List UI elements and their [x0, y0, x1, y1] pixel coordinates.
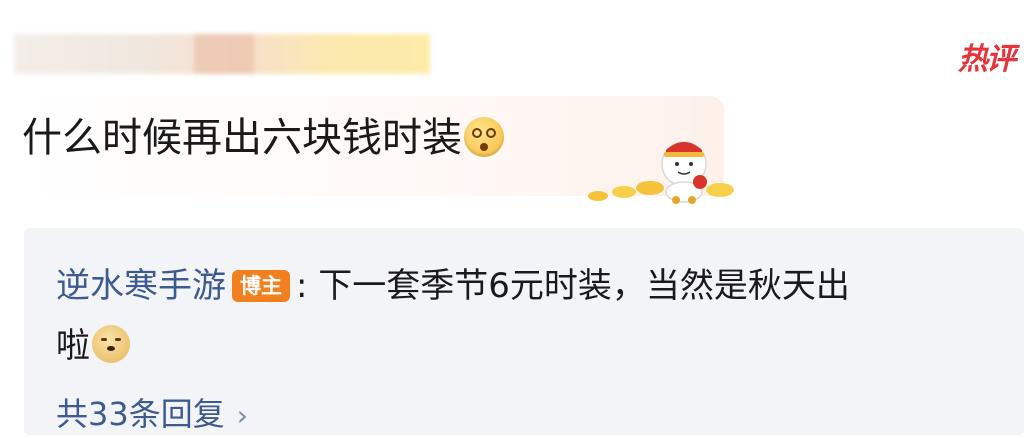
blurred-username	[14, 34, 430, 74]
reply-count-label[interactable]: 共33条回复	[56, 395, 225, 433]
blogger-badge: 博主	[232, 270, 290, 302]
fortune-god-sticker-icon	[588, 141, 734, 204]
doge-emoji-icon	[92, 325, 130, 363]
reply-line-1: 逆水寒手游 博主: 下一套季节6元时装，当然是秋天出	[56, 262, 850, 310]
dizzy-face-emoji-icon	[464, 117, 504, 157]
comment-text-row: 什么时候再出六块钱时装	[22, 112, 504, 164]
reply-author-link[interactable]: 逆水寒手游	[56, 266, 226, 306]
chevron-right-icon: ›	[236, 399, 248, 432]
reply-text-line1: 下一套季节6元时装，当然是秋天出	[318, 266, 850, 306]
reply-separator: :	[296, 266, 308, 306]
comment-text: 什么时候再出六块钱时装	[22, 115, 462, 161]
view-replies-link[interactable]: 共33条回复 ›	[56, 392, 248, 438]
reply-line-2: 啦	[56, 322, 130, 370]
reply-text-line2: 啦	[56, 326, 90, 366]
hot-comment-badge: 热评	[958, 42, 1016, 77]
